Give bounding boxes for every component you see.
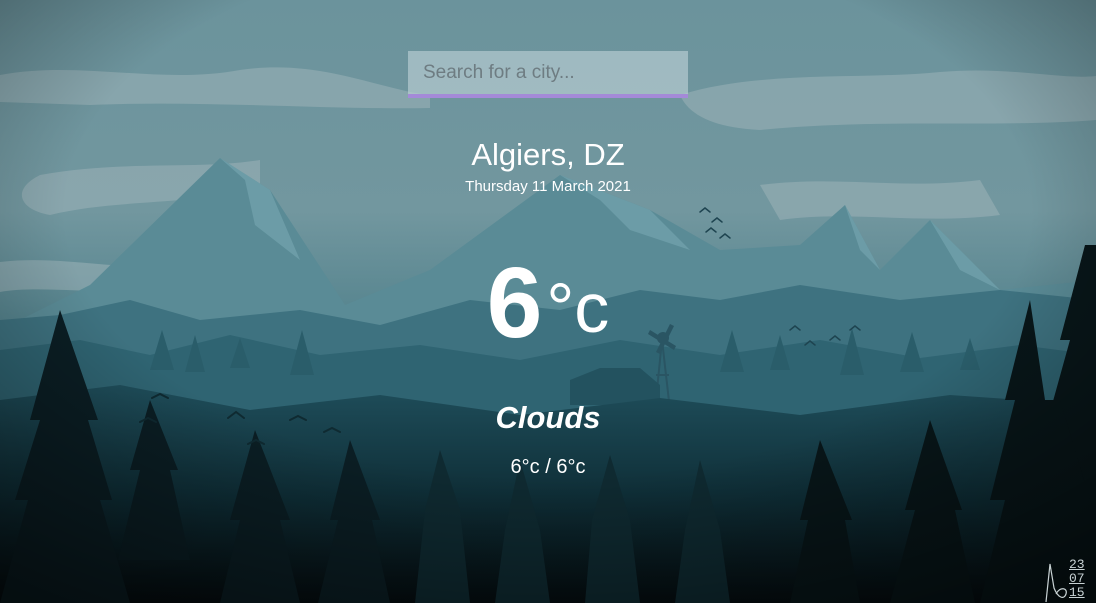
temperature-display: 6°c [0,248,1096,388]
weather-app: Algiers, DZ Thursday 11 March 2021 6°c C… [0,0,1096,603]
signature-mark-icon [1045,563,1067,603]
signature-digits: 23 07 15 [1069,557,1085,600]
location-name: Algiers, DZ [471,137,625,172]
city-search-input[interactable] [408,51,688,98]
search-bar[interactable] [408,51,688,98]
weather-condition: Clouds [495,400,601,435]
temperature-value: 6 [486,247,543,359]
current-date: Thursday 11 March 2021 [465,178,631,195]
high-low-temperature: 6°c / 6°c [510,456,586,478]
artist-signature: 23 07 15 [1040,558,1092,603]
temperature-unit: °c [546,269,610,347]
